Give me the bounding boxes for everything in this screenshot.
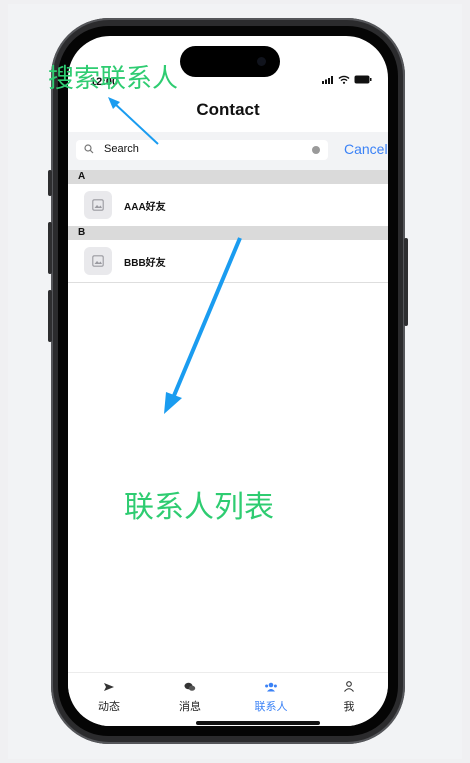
clear-icon[interactable] (312, 146, 320, 154)
tab-me[interactable]: 我 (324, 679, 374, 714)
contact-row-bbb[interactable]: BBB好友 (68, 240, 388, 283)
power-button (404, 238, 408, 326)
avatar (84, 191, 112, 219)
send-icon (104, 683, 114, 691)
wifi-icon (338, 75, 350, 84)
search-bar: Search Cancel (68, 132, 388, 170)
tab-label: 联系人 (254, 701, 288, 713)
phone-screen: 12:00 Contact Search Cancel A AAA好友 B BB… (68, 36, 388, 726)
search-icon (84, 144, 94, 154)
image-placeholder-icon (92, 199, 104, 211)
tab-messages[interactable]: 消息 (165, 679, 215, 714)
volume-down-button (48, 290, 52, 342)
action-button (48, 170, 52, 196)
section-header-a: A (68, 170, 388, 184)
annotation-contact-list: 联系人列表 (124, 490, 274, 525)
tab-label: 消息 (179, 701, 201, 713)
contact-row-aaa[interactable]: AAA好友 (68, 184, 388, 227)
search-placeholder: Search (104, 143, 139, 155)
image-placeholder-icon (92, 255, 104, 267)
people-icon (265, 682, 277, 692)
person-icon (344, 681, 354, 692)
cancel-button[interactable]: Cancel (344, 141, 388, 157)
tab-dynamic[interactable]: 动态 (84, 679, 134, 714)
volume-up-button (48, 222, 52, 274)
signal-icon (322, 75, 333, 84)
page-title: Contact (196, 100, 260, 119)
battery-icon (354, 75, 372, 84)
section-header-b: B (68, 226, 388, 240)
tab-label: 我 (343, 701, 355, 713)
annotation-search-contacts: 搜索联系人 (48, 64, 179, 94)
search-input[interactable]: Search (76, 140, 328, 160)
avatar (84, 247, 112, 275)
contact-name: AAA好友 (124, 202, 166, 213)
tab-label: 动态 (98, 701, 120, 713)
home-indicator (196, 721, 320, 725)
camera-icon (257, 57, 266, 66)
tab-bar: 动态 消息 联系人 我 (68, 672, 388, 726)
dynamic-island (180, 46, 280, 77)
contact-name: BBB好友 (124, 258, 166, 269)
status-icons (322, 75, 372, 84)
chat-bubble-icon (184, 682, 196, 691)
tab-contacts[interactable]: 联系人 (246, 679, 296, 714)
